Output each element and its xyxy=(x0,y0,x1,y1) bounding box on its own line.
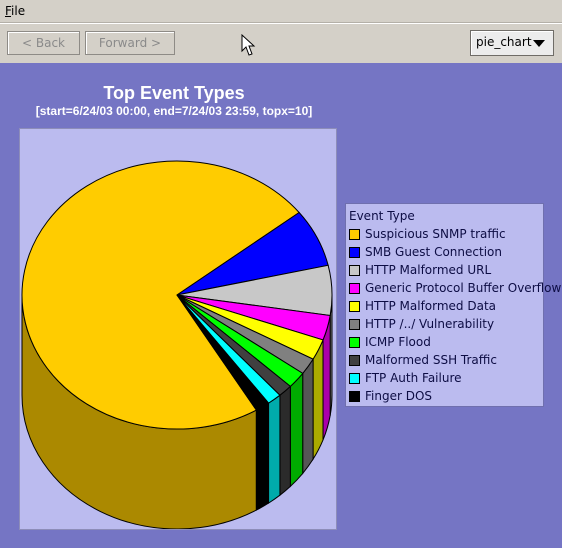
legend-label: Finger DOS xyxy=(365,389,433,403)
legend-label: SMB Guest Connection xyxy=(365,245,502,259)
file-menu[interactable]: File xyxy=(5,4,25,18)
chart-subtitle: [start=6/24/03 00:00, end=7/24/03 23:59,… xyxy=(35,104,313,118)
legend-item-suspicious-snmp-traffic: Suspicious SNMP traffic xyxy=(349,227,541,245)
legend-swatch xyxy=(349,337,360,348)
pie-side-http-malformed-data xyxy=(312,339,324,461)
chart-title: Top Event Types xyxy=(103,83,245,103)
legend-item-malformed-ssh-traffic: Malformed SSH Traffic xyxy=(349,353,541,371)
legend-swatch xyxy=(349,391,360,402)
mouse-pointer-icon xyxy=(241,34,256,56)
legend-swatch xyxy=(349,355,360,366)
legend-item-ftp-auth-failure: FTP Auth Failure xyxy=(349,371,541,389)
legend-item-http-malformed-url: HTTP Malformed URL xyxy=(349,263,541,281)
legend-label: HTTP /../ Vulnerability xyxy=(365,317,495,331)
chart-type-value: pie_chart xyxy=(476,35,532,49)
legend-item-http-malformed-data: HTTP Malformed Data xyxy=(349,299,541,317)
legend-label: Generic Protocol Buffer Overflow xyxy=(365,281,562,295)
pie-side-http-vulnerability xyxy=(302,357,314,475)
legend-item-finger-dos: Finger DOS xyxy=(349,389,541,407)
pie-side-malformed-ssh-traffic xyxy=(279,385,291,497)
toolbar: < Back Forward > pie_chart xyxy=(0,23,562,64)
pie-side-icmp-flood xyxy=(289,372,304,488)
pie-chart-svg xyxy=(21,160,333,529)
legend-swatch xyxy=(349,319,360,330)
pie-plot-area xyxy=(19,128,337,530)
legend-label: HTTP Malformed URL xyxy=(365,263,492,277)
application-window: File < Back Forward > pie_chart Top Even… xyxy=(0,0,562,548)
pie-side-finger-dos xyxy=(255,402,270,511)
menu-bar: File xyxy=(0,0,562,23)
legend-swatch xyxy=(349,229,360,240)
legend-label: FTP Auth Failure xyxy=(365,371,462,385)
chart-type-select[interactable]: pie_chart xyxy=(470,30,554,56)
legend-item-http-vulnerability: HTTP /../ Vulnerability xyxy=(349,317,541,335)
forward-button[interactable]: Forward > xyxy=(85,31,175,55)
legend-swatch xyxy=(349,265,360,276)
legend-label: HTTP Malformed Data xyxy=(365,299,497,313)
legend: Event Type Suspicious SNMP traffic SMB G… xyxy=(345,203,561,407)
legend-label: Malformed SSH Traffic xyxy=(365,353,497,367)
legend-title: Event Type xyxy=(349,209,415,223)
file-menu-label: ile xyxy=(11,4,26,18)
legend-item-icmp-flood: ICMP Flood xyxy=(349,335,541,353)
legend-swatch xyxy=(349,247,360,258)
chevron-down-icon[interactable] xyxy=(533,40,545,47)
legend-swatch xyxy=(349,373,360,384)
legend-item-smb-guest-connection: SMB Guest Connection xyxy=(349,245,541,263)
back-button[interactable]: < Back xyxy=(7,31,80,55)
pie-side-ftp-auth-failure xyxy=(268,394,281,505)
chart-view: Top Event Types [start=6/24/03 00:00, en… xyxy=(0,63,562,548)
legend-label: ICMP Flood xyxy=(365,335,431,349)
legend-label: Suspicious SNMP traffic xyxy=(365,227,506,241)
legend-swatch xyxy=(349,283,360,294)
legend-swatch xyxy=(349,301,360,312)
legend-item-generic-protocol-buffer-overflow: Generic Protocol Buffer Overflow xyxy=(349,281,561,299)
